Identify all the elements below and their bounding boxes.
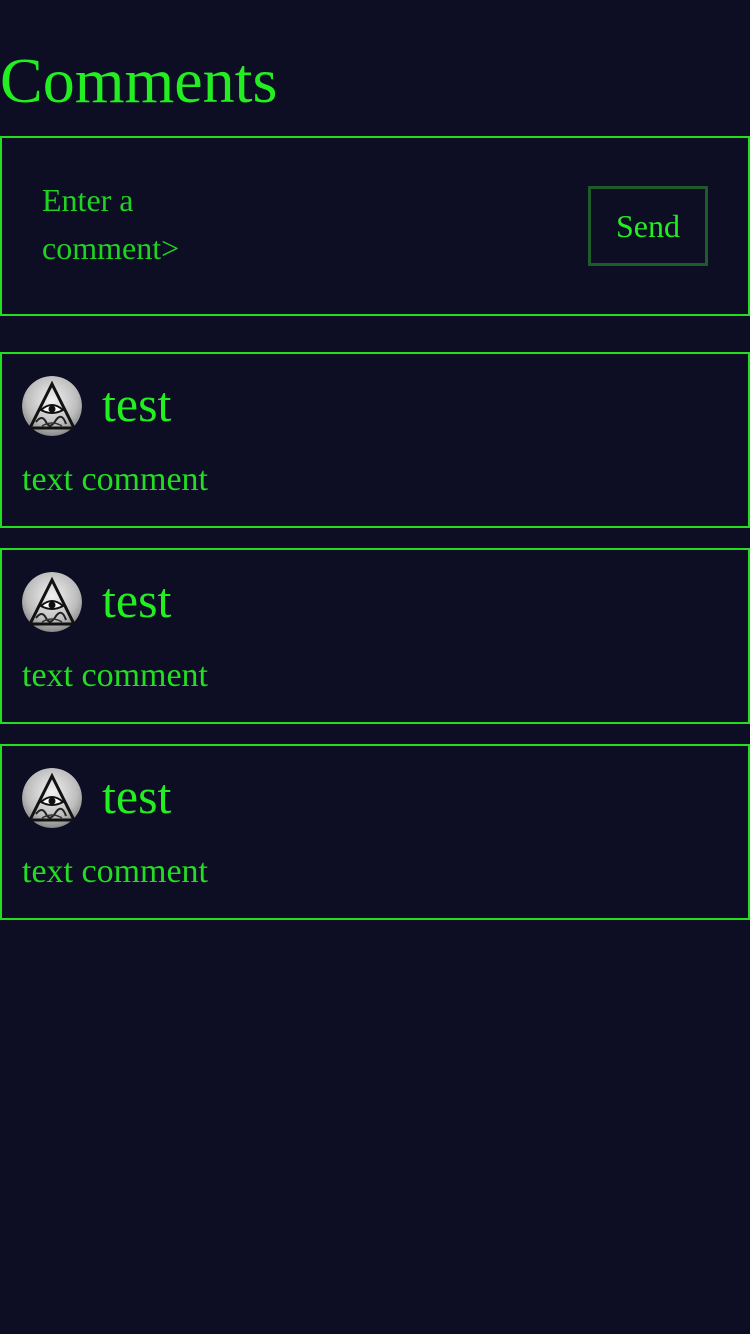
comment-card: test text comment [0,548,750,724]
comment-composer: Enter a comment> Send [0,136,750,316]
comment-author: test [102,376,172,432]
comment-input[interactable]: Enter a comment> [42,176,202,272]
comment-card: test text comment [0,744,750,920]
comment-text: text comment [22,853,209,890]
avatar[interactable] [22,768,82,828]
all-seeing-eye-pyramid-icon [22,768,82,828]
avatar[interactable] [22,376,82,436]
comment-text: text comment [22,461,209,498]
comment-author: test [102,768,172,824]
page-title: Comments [0,45,278,116]
comment-author: test [102,572,172,628]
all-seeing-eye-pyramid-icon [22,572,82,632]
send-button[interactable]: Send [588,186,708,266]
comment-text: text comment [22,657,209,694]
comment-card: test text comment [0,352,750,528]
all-seeing-eye-pyramid-icon [22,376,82,436]
avatar[interactable] [22,572,82,632]
